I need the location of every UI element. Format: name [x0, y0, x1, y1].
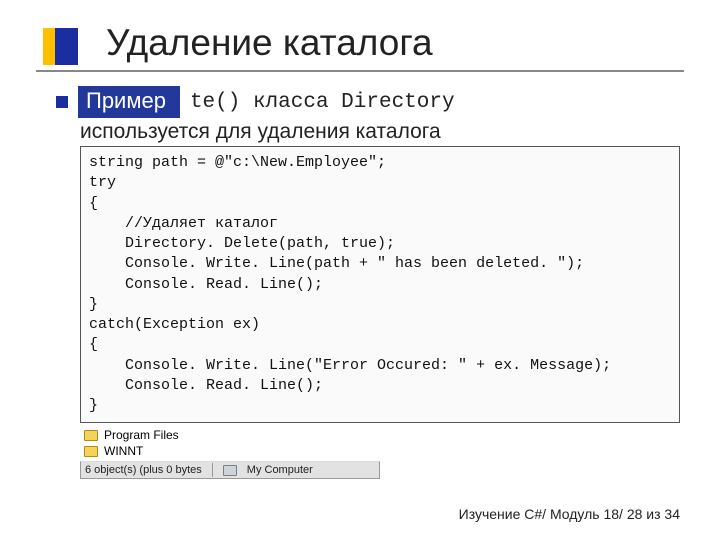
- status-left-text: 6 object(s) (plus 0 bytes: [85, 464, 202, 476]
- explorer-row-label: Program Files: [104, 428, 179, 442]
- title-underline: [36, 70, 684, 72]
- bullet-square: [56, 96, 68, 108]
- slide-title: Удаление каталога: [106, 22, 684, 64]
- status-right-text: My Computer: [247, 464, 313, 476]
- folder-icon: [84, 430, 98, 441]
- explorer-status-bar: 6 object(s) (plus 0 bytes My Computer: [80, 461, 380, 479]
- computer-icon: [223, 465, 237, 476]
- slide-footer: Изучение C#/ Модуль 18/ 28 из 34: [459, 506, 680, 522]
- explorer-row-program-files: Program Files: [80, 427, 380, 443]
- example-badge: Пример: [78, 86, 180, 118]
- sub-description: используется для удаления каталога: [80, 120, 684, 144]
- title-accent-yellow: [43, 28, 55, 65]
- explorer-row-label: WINNT: [104, 444, 143, 458]
- explorer-row-winnt: WINNT: [80, 443, 380, 459]
- code-block: string path = @"c:\New.Employee"; try { …: [80, 146, 680, 423]
- partial-code-text: te() класса Directory: [190, 91, 455, 114]
- status-separator: [212, 463, 213, 477]
- explorer-fragment: Program Files WINNT 6 object(s) (plus 0 …: [80, 427, 380, 479]
- folder-icon: [84, 446, 98, 457]
